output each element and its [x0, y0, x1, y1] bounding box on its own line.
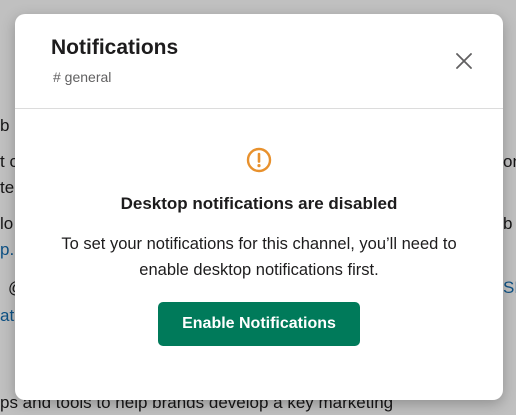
close-icon [456, 53, 472, 69]
modal-header: Notifications # general [15, 14, 503, 109]
warning-circle-icon [246, 147, 272, 173]
channel-name: # general [53, 69, 112, 85]
modal-body: Desktop notifications are disabled To se… [15, 109, 503, 400]
modal-title: Notifications [51, 36, 179, 59]
close-button[interactable] [451, 48, 477, 74]
notifications-disabled-heading: Desktop notifications are disabled [120, 194, 398, 213]
notifications-disabled-message: To set your notifications for this chann… [61, 235, 457, 279]
enable-notifications-button[interactable]: Enable Notifications [158, 302, 360, 346]
notifications-modal: Notifications # general Desktop notifica… [15, 14, 503, 400]
